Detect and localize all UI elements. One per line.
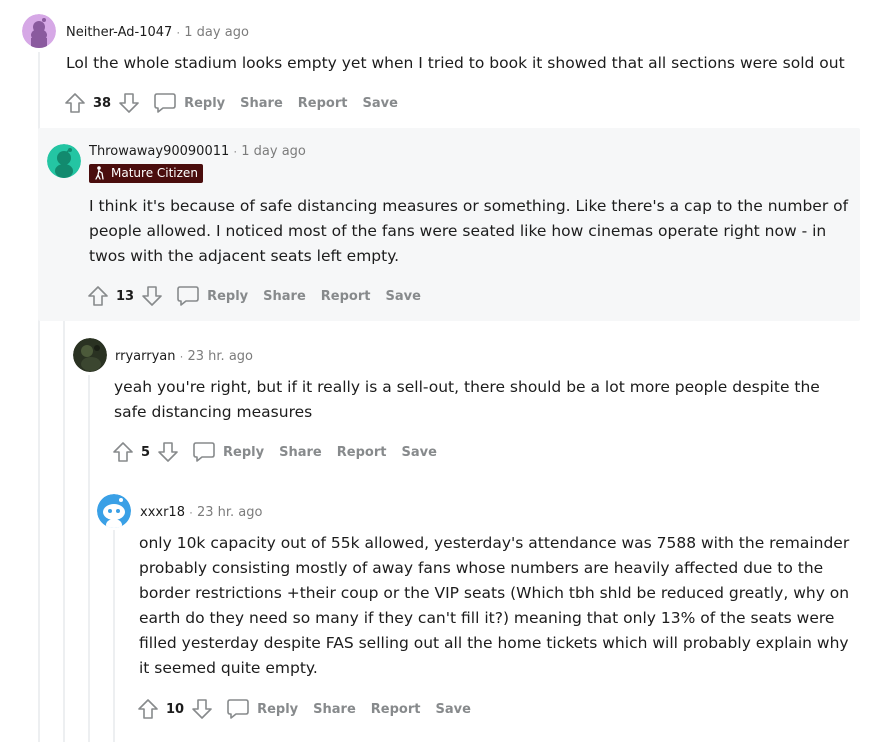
save-button[interactable]: Save	[386, 289, 421, 304]
comment-text-line: filled yesterday despite FAS selling out…	[139, 634, 849, 652]
upvote-arrow-icon[interactable]	[136, 697, 160, 721]
comment-meta: Throwaway90090011 · 1 day ago	[89, 142, 306, 159]
save-button[interactable]: Save	[401, 445, 436, 460]
comment-timestamp[interactable]: 23 hr. ago	[187, 349, 253, 364]
flair-text: Mature Citizen	[111, 166, 198, 180]
author-name[interactable]: Neither-Ad-1047	[66, 25, 172, 40]
comment-meta: rryarryan · 23 hr. ago	[115, 347, 253, 364]
vote-score: 5	[141, 444, 151, 460]
reply-label: Reply	[257, 701, 299, 717]
snoo-avatar-icon	[22, 14, 56, 48]
comment-text-line: yeah you're right, but if it really is a…	[114, 378, 820, 396]
thread-line-level-3[interactable]	[88, 375, 90, 742]
reply-label: Reply	[184, 95, 226, 111]
comment-timestamp[interactable]: 1 day ago	[184, 25, 249, 40]
author-name[interactable]: xxxr18	[140, 505, 185, 520]
report-button[interactable]: Report	[298, 96, 348, 111]
vote-score: 13	[116, 288, 135, 304]
share-button[interactable]: Share	[263, 289, 306, 304]
speech-bubble-icon	[192, 440, 216, 464]
comment-text-line: border restrictions +their coup or the V…	[139, 584, 850, 602]
comment-text-line: I think it's because of safe distancing …	[89, 197, 849, 215]
share-button[interactable]: Share	[240, 96, 283, 111]
vote-score: 38	[93, 95, 112, 111]
snoo-avatar-icon	[97, 494, 131, 528]
reply-label: Reply	[223, 444, 265, 460]
comment-body: I think it's because of safe distancing …	[89, 194, 859, 269]
downvote-arrow-icon[interactable]	[140, 284, 164, 308]
avatar[interactable]	[22, 14, 56, 48]
comment-actions: 13 Reply Share Report Save	[86, 282, 421, 310]
upvote-arrow-icon[interactable]	[63, 91, 87, 115]
comment-actions: 38 Reply Share Report Save	[63, 89, 398, 117]
comment-text-line: twos with the adjacent seats left empty.	[89, 247, 400, 265]
comment-actions: 10 Reply Share Report Save	[136, 695, 471, 723]
vote-score: 10	[166, 701, 185, 717]
reply-button[interactable]: Reply	[176, 284, 248, 308]
meta-separator: ·	[179, 349, 184, 363]
comment-text-line: probably consisting mostly of away fans …	[139, 559, 824, 577]
comment-body: yeah you're right, but if it really is a…	[114, 375, 859, 425]
reply-button[interactable]: Reply	[192, 440, 264, 464]
upvote-arrow-icon[interactable]	[111, 440, 135, 464]
save-button[interactable]: Save	[363, 96, 398, 111]
meta-separator: ·	[188, 505, 193, 519]
comment-timestamp[interactable]: 23 hr. ago	[197, 505, 263, 520]
comment-text-line: Lol the whole stadium looks empty yet wh…	[66, 54, 845, 72]
author-name[interactable]: Throwaway90090011	[89, 144, 229, 159]
downvote-arrow-icon[interactable]	[117, 91, 141, 115]
share-button[interactable]: Share	[279, 445, 322, 460]
reply-button[interactable]: Reply	[153, 91, 225, 115]
report-button[interactable]: Report	[321, 289, 371, 304]
person-cane-icon	[95, 166, 104, 180]
upvote-arrow-icon[interactable]	[86, 284, 110, 308]
speech-bubble-icon	[176, 284, 200, 308]
speech-bubble-icon	[226, 697, 250, 721]
share-button[interactable]: Share	[313, 702, 356, 717]
comment-timestamp[interactable]: 1 day ago	[241, 144, 306, 159]
comment-body: Lol the whole stadium looks empty yet wh…	[66, 51, 866, 76]
speech-bubble-icon	[153, 91, 177, 115]
report-button[interactable]: Report	[371, 702, 421, 717]
meta-separator: ·	[176, 25, 181, 39]
downvote-arrow-icon[interactable]	[190, 697, 214, 721]
user-flair: Mature Citizen	[89, 164, 203, 183]
comment-text-line: earth do they need so many if they can't…	[139, 609, 835, 627]
comment-actions: 5 Reply Share Report Save	[111, 438, 437, 466]
photo-avatar-icon	[73, 338, 107, 372]
comment-text-line: people allowed. I noticed most of the fa…	[89, 222, 827, 240]
comment-meta: xxxr18 · 23 hr. ago	[140, 503, 262, 520]
author-name[interactable]: rryarryan	[115, 349, 175, 364]
comment-meta: Neither-Ad-1047 · 1 day ago	[66, 23, 249, 40]
comment-text-line: only 10k capacity out of 55k allowed, ye…	[139, 534, 850, 552]
avatar[interactable]	[47, 144, 81, 178]
comment-text-line: safe distancing measures	[114, 403, 313, 421]
thread-line-level-4[interactable]	[113, 530, 115, 742]
avatar[interactable]	[73, 338, 107, 372]
save-button[interactable]: Save	[436, 702, 471, 717]
reply-label: Reply	[207, 288, 249, 304]
downvote-arrow-icon[interactable]	[156, 440, 180, 464]
snoo-avatar-icon	[47, 144, 81, 178]
avatar[interactable]	[97, 494, 131, 528]
reply-button[interactable]: Reply	[226, 697, 298, 721]
comment-text-line: it seemed quite empty.	[139, 659, 318, 677]
comment-body: only 10k capacity out of 55k allowed, ye…	[139, 531, 869, 681]
report-button[interactable]: Report	[337, 445, 387, 460]
meta-separator: ·	[233, 144, 238, 158]
